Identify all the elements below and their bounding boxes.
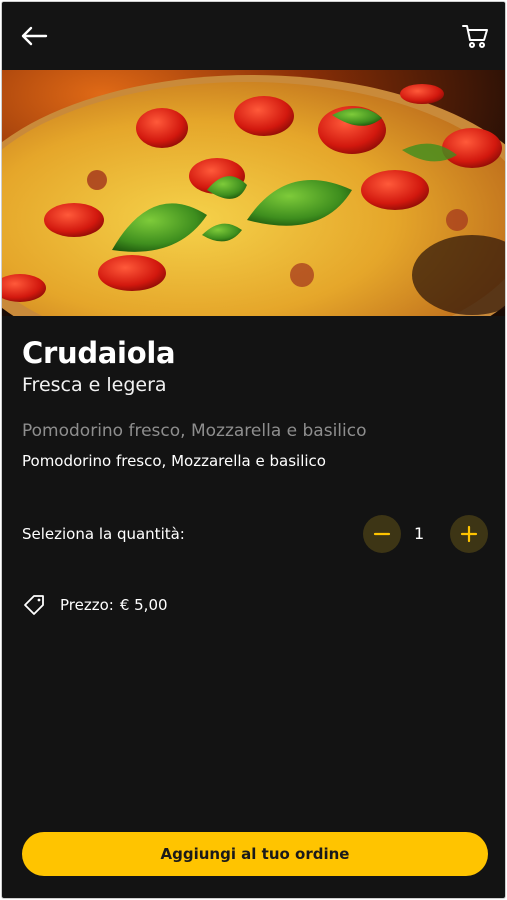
quantity-selector: Seleziona la quantità: 1 [22,515,488,553]
product-name: Crudaiola [22,336,176,370]
price-label: Prezzo: [60,596,114,614]
cart-button[interactable] [457,18,493,54]
product-ingredients-muted: Pomodorino fresco, Mozzarella e basilico [22,421,367,441]
decrease-quantity-button[interactable] [363,515,401,553]
phone-screen: Crudaiola Fresca e legera Pomodorino fre… [2,2,505,898]
add-to-order-button[interactable]: Aggiungi al tuo ordine [22,832,488,876]
back-button[interactable] [16,18,52,54]
product-image [2,70,505,316]
quantity-label: Seleziona la quantità: [22,525,185,543]
top-bar [2,2,505,70]
price-value: € 5,00 [119,596,168,614]
price-row: Prezzo: € 5,00 [22,592,168,618]
shopping-cart-icon [462,25,488,48]
product-details: Crudaiola Fresca e legera Pomodorino fre… [22,336,487,470]
price-tag-icon [24,595,44,615]
minus-icon [373,532,391,536]
product-ingredients: Pomodorino fresco, Mozzarella e basilico [22,452,326,470]
quantity-value: 1 [414,524,425,543]
arrow-left-icon [21,26,48,46]
plus-icon [460,525,478,543]
product-tagline: Fresca e legera [22,374,167,396]
increase-quantity-button[interactable] [450,515,488,553]
